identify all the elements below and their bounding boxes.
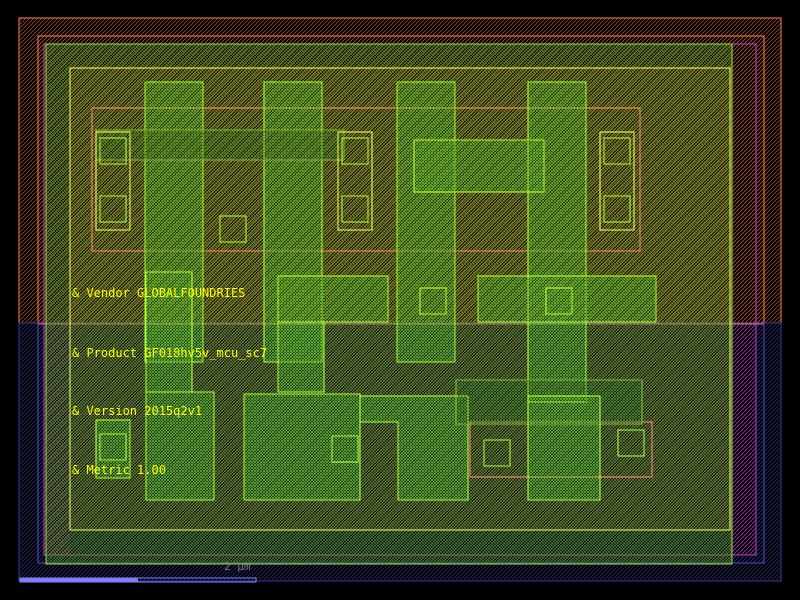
product-label: & Product GF018hv5v_mcu_sc7 [72,346,267,360]
vendor-label: & Vendor GLOBALFOUNDRIES [72,286,245,300]
version-label: & Version 2015q2v1 [72,404,202,418]
metric-label: & Metric 1.00 [72,463,166,477]
layout-canvas: & Vendor GLOBALFOUNDRIES & Product GF018… [0,0,800,600]
scale-bar-label: 2 µm [224,560,251,573]
